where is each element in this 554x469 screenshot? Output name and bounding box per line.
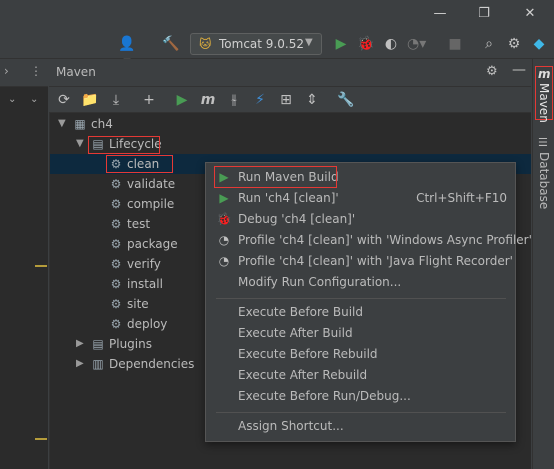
debug-icon: 🐞 bbox=[216, 212, 232, 226]
chevron-down-icon[interactable]: ▼ bbox=[76, 138, 84, 149]
gear-icon: ⚙ bbox=[110, 257, 122, 271]
lifecycle-item-install[interactable]: ⚙ install bbox=[108, 274, 163, 294]
lifecycle-item-site[interactable]: ⚙ site bbox=[108, 294, 149, 314]
settings-icon[interactable]: ⚙ bbox=[486, 64, 498, 79]
jetbrains-icon[interactable]: ◆ bbox=[530, 35, 548, 53]
gear-icon: ⚙ bbox=[110, 317, 122, 331]
chevron-down-icon[interactable]: ▼ bbox=[58, 118, 66, 129]
toggle-offline-icon[interactable]: ⫳ bbox=[224, 90, 244, 110]
gutter-marker bbox=[35, 438, 47, 440]
lifecycle-item-deploy[interactable]: ⚙ deploy bbox=[108, 314, 168, 334]
profile-icon: ◔ bbox=[218, 233, 230, 247]
menu-item-execute-after-rebuild[interactable]: Execute After Rebuild bbox=[206, 365, 515, 386]
menu-item-profile-async[interactable]: ◔ Profile 'ch4 [clean]' with 'Windows As… bbox=[206, 230, 532, 251]
tomcat-icon: 🐱 bbox=[199, 37, 212, 51]
lifecycle-item-compile[interactable]: ⚙ compile bbox=[108, 194, 175, 214]
wrench-icon[interactable]: 🔧 bbox=[336, 90, 356, 110]
chevron-right-icon[interactable]: ▶ bbox=[76, 358, 84, 369]
run-config-select[interactable]: 🐱 Tomcat 9.0.52 ▼ bbox=[190, 33, 322, 55]
show-dependencies-icon[interactable]: ⊞ bbox=[276, 90, 296, 110]
context-menu: ▶ Run Maven Build ▶ Run 'ch4 [clean]' Ct… bbox=[205, 162, 532, 442]
highlight-lifecycle bbox=[88, 136, 160, 154]
lifecycle-item-validate[interactable]: ⚙ validate bbox=[108, 174, 176, 194]
chevron-down-icon: ▼ bbox=[305, 37, 313, 48]
folder-plugin-icon: ▤ bbox=[92, 337, 104, 351]
gear-icon: ⚙ bbox=[110, 177, 122, 191]
maven-goal-icon[interactable]: m bbox=[198, 90, 218, 110]
highlight-run-maven-build bbox=[214, 166, 337, 188]
gear-icon: ⚙ bbox=[110, 237, 122, 251]
skip-tests-icon[interactable]: ⚡ bbox=[250, 90, 270, 110]
menu-item-profile-jfr[interactable]: ◔ Profile 'ch4 [clean]' with 'Java Fligh… bbox=[206, 251, 515, 272]
download-icon[interactable]: ⤓ bbox=[106, 90, 126, 110]
reload-icon[interactable]: ⟳ bbox=[54, 90, 74, 110]
tab-database[interactable]: Database bbox=[537, 152, 551, 209]
gear-icon: ⚙ bbox=[110, 197, 122, 211]
lifecycle-item-test[interactable]: ⚙ test bbox=[108, 214, 150, 234]
close-icon[interactable]: ✕ bbox=[518, 4, 542, 24]
run-icon[interactable]: ▶ bbox=[332, 35, 350, 53]
menu-item-execute-before-run-debug[interactable]: Execute Before Run/Debug... bbox=[206, 386, 515, 407]
run-icon: ▶ bbox=[219, 191, 229, 205]
tree-project[interactable]: ▦ ch4 bbox=[72, 114, 113, 134]
more-icon[interactable]: ⋮ bbox=[30, 64, 42, 78]
highlight-clean bbox=[106, 155, 173, 173]
run-icon[interactable]: ▶ bbox=[172, 90, 192, 110]
menu-separator bbox=[216, 298, 506, 299]
tree-dependencies[interactable]: ▥ Dependencies bbox=[90, 354, 194, 374]
chevron-right-icon[interactable]: ▶ bbox=[76, 338, 84, 349]
menu-item-execute-before-build[interactable]: Execute Before Build bbox=[206, 302, 515, 323]
panel-title: Maven bbox=[56, 65, 96, 79]
add-icon[interactable]: + bbox=[139, 90, 159, 110]
gear-icon: ⚙ bbox=[110, 297, 122, 311]
user-icon[interactable]: 👤▾ bbox=[118, 35, 136, 70]
debug-icon[interactable]: 🐞 bbox=[357, 35, 375, 53]
build-hammer-icon[interactable]: 🔨 bbox=[162, 35, 180, 53]
editor-gutter bbox=[0, 59, 48, 469]
gutter-marker bbox=[35, 265, 47, 267]
dependencies-icon: ▥ bbox=[92, 357, 104, 371]
collapse-all-icon[interactable]: ⇕ bbox=[302, 90, 322, 110]
title-bar bbox=[0, 0, 554, 30]
menu-separator bbox=[216, 412, 506, 413]
minimize-icon[interactable]: — bbox=[428, 4, 452, 24]
menu-item-execute-after-build[interactable]: Execute After Build bbox=[206, 323, 515, 344]
menu-item-debug[interactable]: 🐞 Debug 'ch4 [clean]' bbox=[206, 209, 515, 230]
tab-maven[interactable]: Maven bbox=[537, 83, 551, 123]
search-icon[interactable]: ⌕ bbox=[480, 35, 498, 53]
tree-plugins[interactable]: ▤ Plugins bbox=[90, 334, 152, 354]
menu-item-modify-run-config[interactable]: Modify Run Configuration... bbox=[206, 272, 515, 293]
lifecycle-item-verify[interactable]: ⚙ verify bbox=[108, 254, 161, 274]
gear-icon: ⚙ bbox=[110, 217, 122, 231]
gear-icon: ⚙ bbox=[110, 277, 122, 291]
profile-icon[interactable]: ◔▾ bbox=[407, 35, 426, 53]
menu-item-execute-before-rebuild[interactable]: Execute Before Rebuild bbox=[206, 344, 515, 365]
expand-icon[interactable]: ⌄ bbox=[30, 94, 38, 105]
gear-icon[interactable]: ⚙ bbox=[505, 35, 523, 53]
hide-panel-icon[interactable]: — bbox=[512, 62, 526, 78]
profile-icon: ◔ bbox=[218, 254, 230, 268]
restore-icon[interactable]: ❐ bbox=[472, 4, 496, 24]
add-folder-icon[interactable]: 📁 bbox=[80, 90, 100, 110]
coverage-icon[interactable]: ◐ bbox=[382, 35, 400, 53]
chevron-right-icon[interactable]: › bbox=[4, 64, 9, 78]
database-icon: ☰ bbox=[538, 136, 548, 149]
menu-item-run[interactable]: ▶ Run 'ch4 [clean]' Ctrl+Shift+F10 bbox=[206, 188, 515, 209]
maven-icon: m bbox=[538, 67, 551, 81]
collapse-icon[interactable]: ⌄ bbox=[8, 94, 16, 105]
stop-icon[interactable]: ■ bbox=[446, 35, 464, 53]
menu-item-assign-shortcut[interactable]: Assign Shortcut... bbox=[206, 416, 515, 437]
maven-panel-header bbox=[49, 59, 531, 87]
maven-project-icon: ▦ bbox=[74, 117, 86, 131]
run-config-label: Tomcat 9.0.52 bbox=[219, 37, 304, 51]
lifecycle-item-package[interactable]: ⚙ package bbox=[108, 234, 178, 254]
